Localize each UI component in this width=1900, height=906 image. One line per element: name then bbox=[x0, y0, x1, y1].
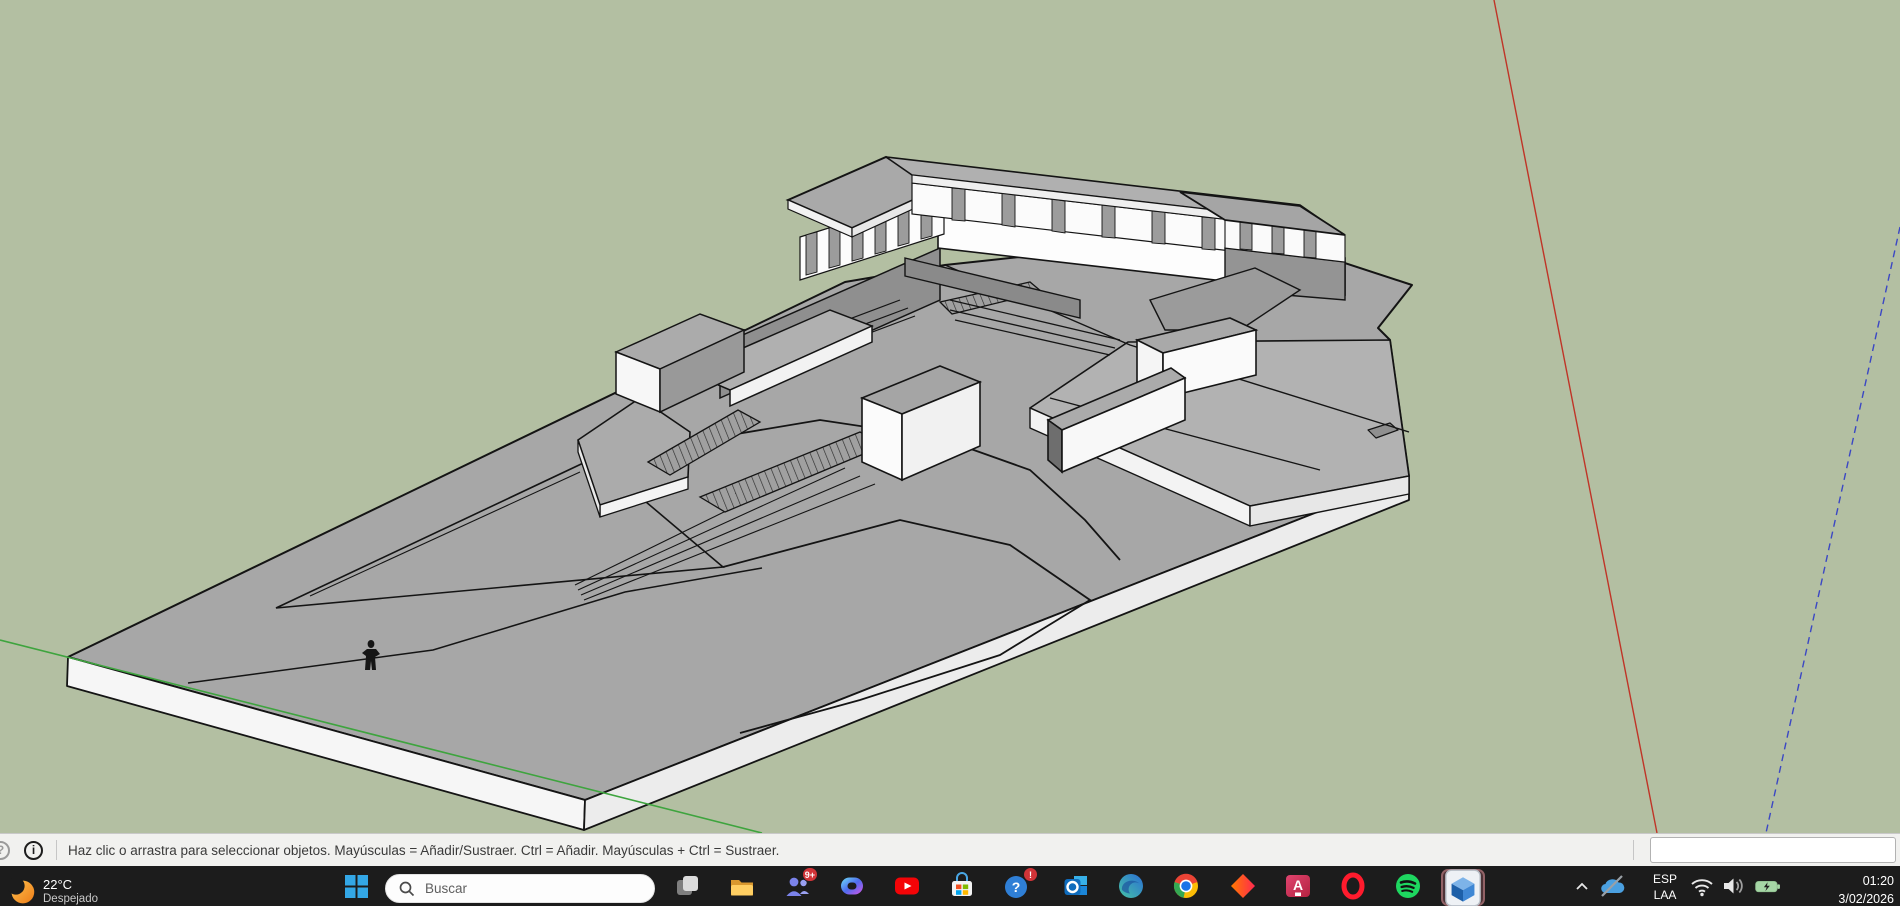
time: 01:20 bbox=[1824, 872, 1894, 890]
svg-text:A: A bbox=[1293, 877, 1303, 893]
measurements-input[interactable] bbox=[1650, 837, 1896, 863]
date: 3/02/2026 bbox=[1824, 890, 1894, 906]
onedrive-tray-button[interactable] bbox=[1598, 872, 1626, 905]
3d-viewport[interactable] bbox=[0, 0, 1900, 833]
clear-night-moon-icon bbox=[8, 878, 36, 906]
keyboard-layout: LAA bbox=[1650, 887, 1680, 903]
windows-start-icon[interactable] bbox=[345, 875, 368, 898]
tray-overflow-button[interactable] bbox=[1568, 872, 1596, 905]
get-help-button[interactable]: ? ! bbox=[1003, 872, 1031, 900]
chevron-up-icon bbox=[1568, 872, 1596, 900]
sketchup-icon bbox=[1443, 868, 1483, 906]
teams-badge: 9+ bbox=[802, 867, 818, 882]
search-input[interactable]: Buscar bbox=[385, 874, 655, 903]
outlook-button[interactable] bbox=[1062, 872, 1090, 900]
task-view-button[interactable] bbox=[673, 872, 701, 900]
weather-condition: Despejado bbox=[43, 892, 98, 906]
info-icon[interactable]: i bbox=[24, 841, 43, 860]
weather-widget[interactable]: 22°C Despejado bbox=[8, 870, 98, 906]
language-code: ESP bbox=[1650, 871, 1680, 887]
youtube-button[interactable] bbox=[893, 872, 921, 900]
opera-button[interactable] bbox=[1339, 872, 1367, 900]
sketchup-button-active[interactable] bbox=[1441, 869, 1485, 906]
spotify-button[interactable] bbox=[1394, 872, 1422, 900]
microsoft-store-button[interactable] bbox=[948, 872, 976, 900]
onedrive-paused-icon bbox=[1598, 872, 1626, 900]
language-indicator[interactable]: ESP LAA bbox=[1650, 871, 1680, 903]
context-help-icon[interactable]: ? bbox=[0, 841, 10, 860]
diamond-app-button[interactable] bbox=[1229, 872, 1257, 900]
copilot-button[interactable] bbox=[838, 872, 866, 900]
wifi-tray-button[interactable] bbox=[1688, 872, 1716, 905]
sketchup-screen: ? i Haz clic o arrastra para seleccionar… bbox=[0, 0, 1900, 906]
status-message: Haz clic o arrastra para seleccionar obj… bbox=[68, 843, 779, 858]
search-placeholder: Buscar bbox=[425, 881, 467, 896]
file-explorer-button[interactable] bbox=[728, 872, 756, 900]
chrome-button[interactable] bbox=[1172, 872, 1200, 900]
battery-charging-icon bbox=[1754, 872, 1782, 900]
volume-tray-button[interactable] bbox=[1720, 872, 1748, 905]
wifi-icon bbox=[1688, 872, 1716, 900]
svg-text:?: ? bbox=[1012, 879, 1021, 895]
status-bar: ? i Haz clic o arrastra para seleccionar… bbox=[0, 833, 1900, 866]
help-alert-badge: ! bbox=[1023, 867, 1038, 882]
search-icon bbox=[399, 881, 415, 897]
weather-temperature: 22°C bbox=[43, 877, 98, 892]
edge-button[interactable] bbox=[1117, 872, 1145, 900]
volume-icon bbox=[1720, 872, 1748, 900]
teams-button[interactable]: 9+ bbox=[783, 872, 811, 900]
battery-tray-button[interactable] bbox=[1754, 872, 1782, 905]
autocad-button[interactable]: A bbox=[1284, 872, 1312, 900]
divider bbox=[56, 840, 57, 860]
clock[interactable]: 01:20 3/02/2026 bbox=[1824, 872, 1894, 906]
divider bbox=[1633, 840, 1634, 860]
taskbar: 22°C Despejado Buscar bbox=[0, 866, 1900, 906]
